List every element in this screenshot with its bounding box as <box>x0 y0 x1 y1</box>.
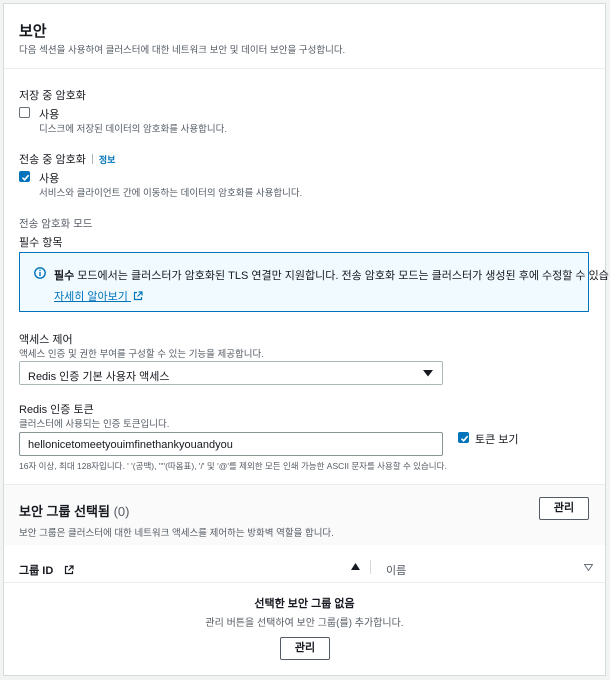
column-group-id-label: 그룹 ID <box>19 565 54 577</box>
security-groups-title: 보안 그룹 선택됨 <box>19 504 110 519</box>
encryption-in-transit-heading: 전송 중 암호화 정보 <box>19 151 115 167</box>
column-separator <box>370 560 371 574</box>
alert-body: 모드에서는 클러스터가 암호화된 TLS 연결만 지원합니다. 전송 암호화 모… <box>74 270 610 282</box>
access-control-title: 액세스 제어 <box>19 334 73 346</box>
encryption-in-transit-checkbox-label[interactable]: 사용 <box>39 170 59 186</box>
security-groups-description: 보안 그룹은 클러스터에 대한 네트워크 액세스를 제어하는 방화벽 역할을 합… <box>19 528 334 539</box>
access-control-select[interactable]: Redis 인증 기본 사용자 액세스 <box>19 361 443 385</box>
access-control-selected: Redis 인증 기본 사용자 액세스 <box>28 371 170 383</box>
check-icon <box>460 435 469 442</box>
auth-token-hint: 16자 이상, 최대 128자입니다. ' '(공백), '"'(따옴표), '… <box>19 461 447 471</box>
transit-mode-value: 필수 항목 <box>19 237 63 249</box>
auth-token-value: hellonicetomeetyouimfinethankyouandyou <box>28 439 233 451</box>
info-link[interactable]: 정보 <box>99 155 116 165</box>
column-name[interactable]: 이름 <box>386 562 406 578</box>
external-link-icon <box>133 291 143 301</box>
table-header: 그룹 ID 이름 <box>4 552 605 583</box>
empty-state-description: 관리 버튼을 선택하여 보안 그룹(를) 추가합니다. <box>205 618 404 629</box>
section-header: 보안 다음 섹션을 사용하여 클러스터에 대한 네트워크 보안 및 데이터 보안… <box>4 4 605 69</box>
encryption-at-rest-title: 저장 중 암호화 <box>19 90 86 102</box>
auth-token-description: 클러스터에 사용되는 인증 토큰입니다. <box>19 419 170 430</box>
empty-state-title: 선택한 보안 그룹 없음 <box>254 598 355 610</box>
auth-token-title: Redis 인증 토큰 <box>19 404 94 416</box>
alert-text: 필수 모드에서는 클러스터가 암호화된 TLS 연결만 지원합니다. 전송 암호… <box>54 267 610 283</box>
access-control-description: 액세스 인증 및 권한 부여를 구성할 수 있는 기능을 제공합니다. <box>19 349 264 360</box>
learn-more-link[interactable]: 자세히 알아보기 <box>54 288 143 304</box>
security-groups-header: 보안 그룹 선택됨 (0) 보안 그룹은 클러스터에 대한 네트워크 액세스를 … <box>4 484 605 545</box>
auth-token-input[interactable]: hellonicetomeetyouimfinethankyouandyou <box>19 432 443 456</box>
transit-mode-title: 전송 암호화 모드 <box>19 218 93 230</box>
encryption-at-rest-checkbox-label[interactable]: 사용 <box>39 106 59 122</box>
caret-down-icon <box>423 370 433 377</box>
divider <box>91 154 93 164</box>
encryption-in-transit-title: 전송 중 암호화 <box>19 154 86 166</box>
empty-state-manage-button[interactable]: 관리 <box>280 637 330 660</box>
sort-ascending-icon[interactable] <box>351 563 360 570</box>
security-groups-heading: 보안 그룹 선택됨 (0) <box>19 501 129 520</box>
security-groups-count: (0) <box>113 504 130 519</box>
manage-button[interactable]: 관리 <box>539 497 589 520</box>
encryption-at-rest-checkbox[interactable] <box>19 107 30 118</box>
learn-more-label[interactable]: 자세히 알아보기 <box>54 291 128 303</box>
info-icon <box>34 267 46 279</box>
encryption-in-transit-description: 서비스와 클라이언트 간에 이동하는 데이터의 암호화를 사용합니다. <box>39 188 303 199</box>
show-token-label[interactable]: 토큰 보기 <box>475 431 519 447</box>
show-token-checkbox[interactable] <box>458 432 469 443</box>
check-icon <box>21 174 30 181</box>
section-description: 다음 섹션을 사용하여 클러스터에 대한 네트워크 보안 및 데이터 보안을 구… <box>19 45 346 56</box>
security-panel: 보안 다음 섹션을 사용하여 클러스터에 대한 네트워크 보안 및 데이터 보안… <box>3 3 610 676</box>
encryption-at-rest-description: 디스크에 저장된 데이터의 암호화를 사용합니다. <box>39 124 227 135</box>
external-link-icon <box>65 565 74 575</box>
alert-bold: 필수 <box>54 270 75 282</box>
section-title: 보안 <box>19 23 47 40</box>
sort-icon[interactable] <box>584 564 593 571</box>
column-group-id[interactable]: 그룹 ID <box>19 562 74 578</box>
info-alert: 필수 모드에서는 클러스터가 암호화된 TLS 연결만 지원합니다. 전송 암호… <box>19 252 610 312</box>
encryption-in-transit-checkbox[interactable] <box>19 171 30 182</box>
